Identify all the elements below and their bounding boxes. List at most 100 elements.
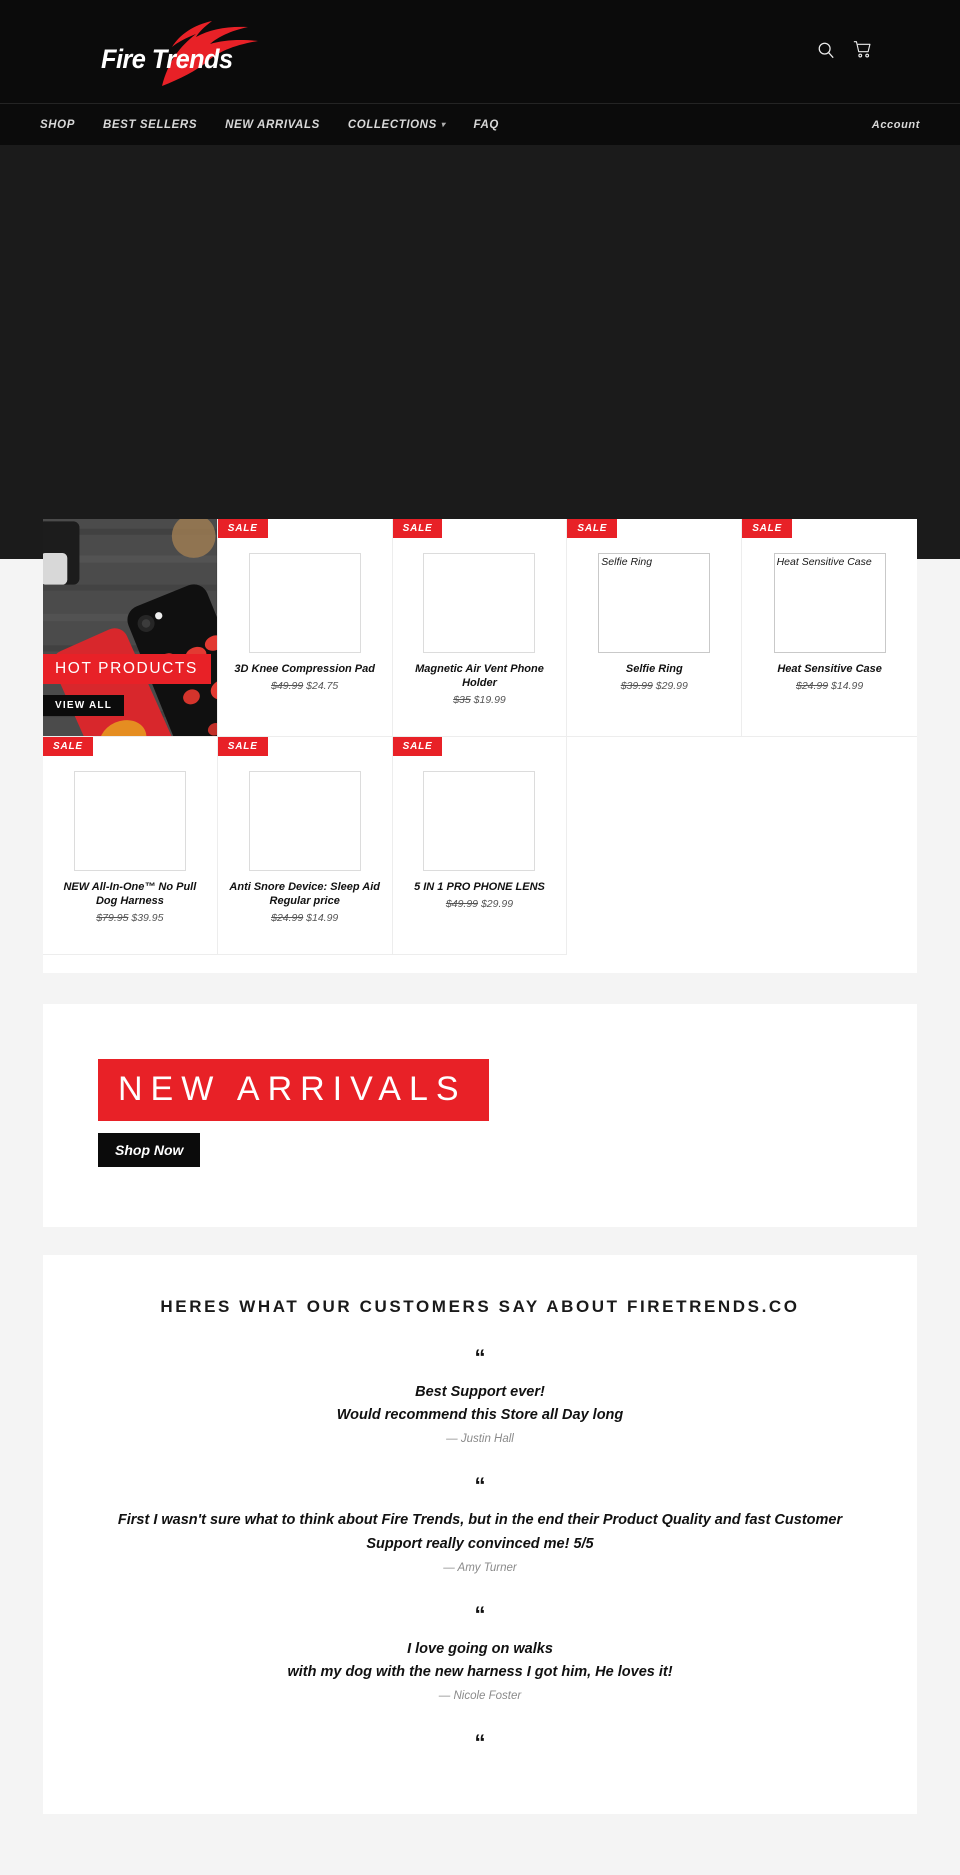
testimonial-line: Would recommend this Store all Day long	[336, 1407, 624, 1424]
quote-icon: “	[474, 1601, 486, 1627]
product-name: 3D Knee Compression Pad	[234, 663, 375, 675]
product-card[interactable]: SALE 5 IN 1 PRO PHONE LENS $49.99 $29.99	[392, 737, 568, 955]
product-price: $49.99 $29.99	[446, 898, 513, 910]
product-price: $24.99 $14.99	[796, 680, 863, 692]
product-card[interactable]: SALE Anti Snore Device: Sleep Aid Regula…	[217, 737, 393, 955]
price-was: $24.99	[271, 911, 304, 924]
nav-item-new-arrivals[interactable]: NEW ARRIVALS	[225, 119, 320, 131]
product-name: 5 IN 1 PRO PHONE LENS	[414, 881, 545, 893]
product-price: $39.99 $29.99	[621, 680, 688, 692]
products-section: HOT PRODUCTS VIEW ALL SALE 3D Knee Compr…	[43, 519, 917, 973]
testimonials-heading: HERES WHAT OUR CUSTOMERS SAY ABOUT FIRET…	[160, 1297, 800, 1316]
price-was: $35	[453, 693, 471, 706]
nav-item-label: BEST SELLERS	[103, 118, 198, 131]
nav-item-label: SHOP	[40, 118, 75, 131]
product-name: Selfie Ring	[625, 663, 683, 675]
grid-filler	[567, 737, 743, 955]
price-was: $79.95	[96, 911, 129, 924]
price-now: $24.75	[306, 679, 339, 692]
account-link[interactable]: Account	[872, 119, 920, 131]
product-card[interactable]: SALE NEW All-In-One™ No Pull Dog Harness…	[43, 737, 218, 955]
chevron-down-icon: ▾	[440, 120, 446, 129]
testimonial-item-partial: “	[113, 1732, 847, 1754]
nav-links: SHOP BEST SELLERS NEW ARRIVALS COLLECTIO…	[0, 119, 499, 131]
site-logo[interactable]: Fire Trends	[100, 18, 340, 88]
product-price: $35 $19.99	[453, 694, 506, 706]
account-label: Account	[871, 118, 920, 131]
product-price: $79.95 $39.95	[96, 912, 163, 924]
product-name: Heat Sensitive Case	[777, 663, 882, 675]
product-name: Anti Snore Device: Sleep Aid Regular pri…	[229, 881, 380, 907]
testimonial-author: — Nicole Foster	[438, 1690, 522, 1703]
testimonial-line: First I wasn't sure what to think about …	[117, 1512, 843, 1552]
product-name: Magnetic Air Vent Phone Holder	[415, 663, 544, 689]
quote-icon: “	[474, 1345, 486, 1370]
product-image	[423, 553, 536, 653]
sale-badge: SALE	[567, 519, 618, 538]
testimonial-item: “ I love going on walks with my dog with…	[113, 1601, 847, 1703]
sale-badge: SALE	[392, 519, 443, 538]
hero-banner	[0, 145, 960, 559]
product-image	[423, 771, 536, 871]
price-now: $19.99	[473, 693, 506, 706]
product-price: $24.99 $14.99	[271, 912, 338, 924]
price-was: $49.99	[445, 897, 479, 910]
nav-item-label: COLLECTIONS	[347, 118, 437, 131]
grid-filler	[742, 737, 917, 955]
product-image	[73, 771, 186, 871]
promo-label: HOT PRODUCTS	[43, 654, 211, 684]
quote-icon: “	[474, 1730, 486, 1756]
sale-badge: SALE	[43, 737, 93, 756]
quote-icon: “	[474, 1473, 486, 1499]
nav-item-faq[interactable]: FAQ	[473, 119, 498, 131]
sale-badge: SALE	[742, 519, 793, 538]
testimonial-author: — Amy Turner	[443, 1561, 517, 1574]
product-image: Heat Sensitive Case	[773, 553, 886, 653]
price-now: $14.99	[306, 911, 339, 924]
testimonial-item: “ First I wasn't sure what to think abou…	[113, 1473, 847, 1574]
logo-wordmark: Fire Trends	[101, 44, 233, 74]
product-card[interactable]: SALE 3D Knee Compression Pad $49.99 $24.…	[217, 519, 393, 737]
nav-item-shop[interactable]: SHOP	[40, 119, 75, 131]
product-card[interactable]: SALE Selfie Ring Selfie Ring $39.99 $29.…	[567, 519, 743, 737]
new-arrivals-title: NEW ARRIVALS	[98, 1059, 489, 1121]
main-navigation: SHOP BEST SELLERS NEW ARRIVALS COLLECTIO…	[0, 103, 960, 145]
price-now: $39.95	[131, 911, 164, 924]
price-now: $14.99	[831, 679, 864, 692]
testimonial-line: Best Support ever!	[415, 1384, 545, 1400]
testimonial-author: — Justin Hall	[446, 1433, 514, 1446]
price-now: $29.99	[655, 679, 688, 692]
product-price: $49.99 $24.75	[271, 680, 338, 692]
promo-tile-hot-products[interactable]: HOT PRODUCTS VIEW ALL	[43, 519, 218, 737]
new-arrivals-banner: NEW ARRIVALS Shop Now	[43, 1004, 917, 1227]
product-image	[248, 771, 361, 871]
testimonials-section: HERES WHAT OUR CUSTOMERS SAY ABOUT FIRET…	[43, 1255, 917, 1815]
search-icon[interactable]	[817, 41, 835, 59]
testimonial-line: I love going on walks	[407, 1640, 553, 1657]
sale-badge: SALE	[217, 737, 268, 756]
nav-item-best-sellers[interactable]: BEST SELLERS	[103, 119, 197, 131]
sale-badge: SALE	[392, 737, 443, 756]
price-was: $39.99	[620, 679, 653, 692]
price-was: $24.99	[796, 679, 829, 692]
product-image	[248, 553, 361, 653]
product-grid: HOT PRODUCTS VIEW ALL SALE 3D Knee Compr…	[43, 519, 917, 955]
product-card[interactable]: SALE Magnetic Air Vent Phone Holder $35 …	[392, 519, 568, 737]
product-image-alt: Selfie Ring	[601, 556, 653, 568]
nav-account: Account	[872, 119, 920, 131]
product-card[interactable]: SALE Heat Sensitive Case Heat Sensitive …	[742, 519, 917, 737]
shop-now-button[interactable]: Shop Now	[98, 1133, 201, 1167]
testimonial-line: with my dog with the new harness I got h…	[287, 1663, 673, 1680]
testimonial-item: “ Best Support ever! Would recommend thi…	[113, 1345, 847, 1446]
site-header: Fire Trends	[0, 0, 960, 103]
header-icons	[817, 40, 872, 59]
product-image: Selfie Ring	[598, 553, 711, 653]
nav-item-collections[interactable]: COLLECTIONS ▾	[348, 119, 446, 131]
product-image-alt: Heat Sensitive Case	[776, 556, 872, 568]
price-was: $49.99	[271, 679, 304, 692]
cart-icon[interactable]	[853, 40, 872, 59]
promo-view-all-button[interactable]: VIEW ALL	[43, 695, 125, 716]
price-now: $29.99	[480, 897, 514, 910]
product-name: NEW All-In-One™ No Pull Dog Harness	[63, 881, 197, 907]
sale-badge: SALE	[217, 519, 268, 538]
